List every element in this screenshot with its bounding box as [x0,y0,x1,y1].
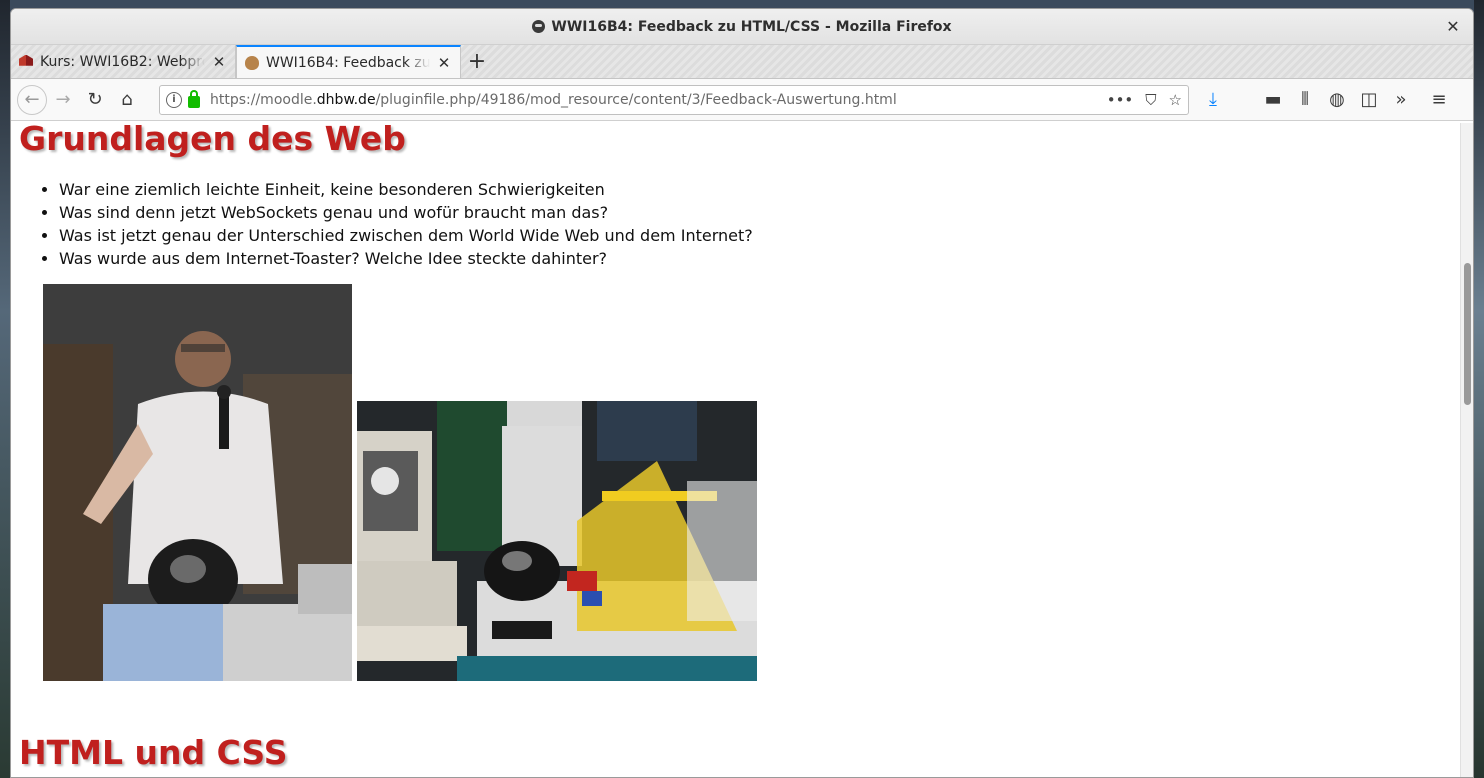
overflow-menu-icon[interactable]: » [1385,84,1417,116]
window-close-button[interactable]: ✕ [1443,17,1463,37]
home-button[interactable]: ⌂ [111,84,143,116]
pocket-icon[interactable]: ⛉ [1145,91,1156,109]
window-titlebar: WWI16B4: Feedback zu HTML/CSS - Mozilla … [11,9,1473,45]
list-item: Was sind denn jetzt WebSockets genau und… [59,201,753,224]
url-bar[interactable]: i https://moodle.dhbw.de/pluginfile.php/… [159,84,1189,115]
photo-lego-toaster [357,401,757,681]
screenshot-icon[interactable]: ▬ [1257,84,1289,116]
lock-icon [188,89,200,108]
heading-grundlagen: Grundlagen des Web [19,123,406,158]
hamburger-menu-icon[interactable]: ≡ [1423,84,1455,116]
back-button[interactable]: ← [17,84,47,115]
desktop-background-left [0,0,10,778]
photo-toaster-presenter [43,284,352,681]
scrollbar-thumb[interactable] [1464,263,1471,405]
private-mask-icon [532,20,546,33]
list-item: Was wurde aus dem Internet-Toaster? Welc… [59,247,753,270]
reload-button[interactable]: ↻ [79,84,111,116]
window-title: WWI16B4: Feedback zu HTML/CSS - Mozilla … [532,18,952,35]
tab-feedback[interactable]: WWI16B4: Feedback zu HTML/CSS ✕ [236,45,461,78]
tab-label: WWI16B4: Feedback zu HTML/CSS [266,54,430,71]
window-title-text: WWI16B4: Feedback zu HTML/CSS - Mozilla … [551,18,952,35]
url-host: dhbw.de [316,91,376,108]
navigation-toolbar: ← → ↻ ⌂ i https://moodle.dhbw.de/pluginf… [11,79,1473,121]
heading-html-css: HTML und CSS [19,733,288,772]
vertical-scrollbar[interactable] [1460,123,1473,777]
feedback-list: War eine ziemlich leichte Einheit, keine… [59,178,753,270]
tab-close-button[interactable]: ✕ [211,53,227,71]
bookmark-star-icon[interactable]: ☆ [1169,91,1182,109]
browser-window: WWI16B4: Feedback zu HTML/CSS - Mozilla … [10,8,1474,778]
tab-kurs[interactable]: Kurs: WWI16B2: Webprogrammierung ✕ [11,45,236,78]
account-icon[interactable]: ◍ [1321,84,1353,116]
url-text[interactable]: https://moodle.dhbw.de/pluginfile.php/49… [210,92,1107,108]
list-item: Was ist jetzt genau der Unterschied zwis… [59,224,753,247]
sidebar-icon[interactable]: ◫ [1353,84,1385,116]
tab-strip: Kurs: WWI16B2: Webprogrammierung ✕ WWI16… [11,45,1473,79]
moodle-icon [19,54,33,66]
tab-close-button[interactable]: ✕ [436,54,452,72]
site-info-icon[interactable]: i [166,91,182,108]
tab-label: Kurs: WWI16B2: Webprogrammierung [40,53,205,70]
forward-button[interactable]: → [47,84,79,116]
url-prefix: https://moodle. [210,91,317,108]
page-actions-icon[interactable]: ••• [1107,91,1134,109]
list-item: War eine ziemlich leichte Einheit, keine… [59,178,753,201]
desktop-background-right [1474,0,1484,778]
downloads-icon[interactable]: ⤓ [1197,84,1229,116]
library-icon[interactable]: ⫴ [1289,84,1321,116]
page-content: Grundlagen des Web War eine ziemlich lei… [11,123,1462,777]
pug-icon [245,55,259,70]
url-path: /pluginfile.php/49186/mod_resource/conte… [375,91,897,108]
new-tab-button[interactable]: + [461,45,493,78]
